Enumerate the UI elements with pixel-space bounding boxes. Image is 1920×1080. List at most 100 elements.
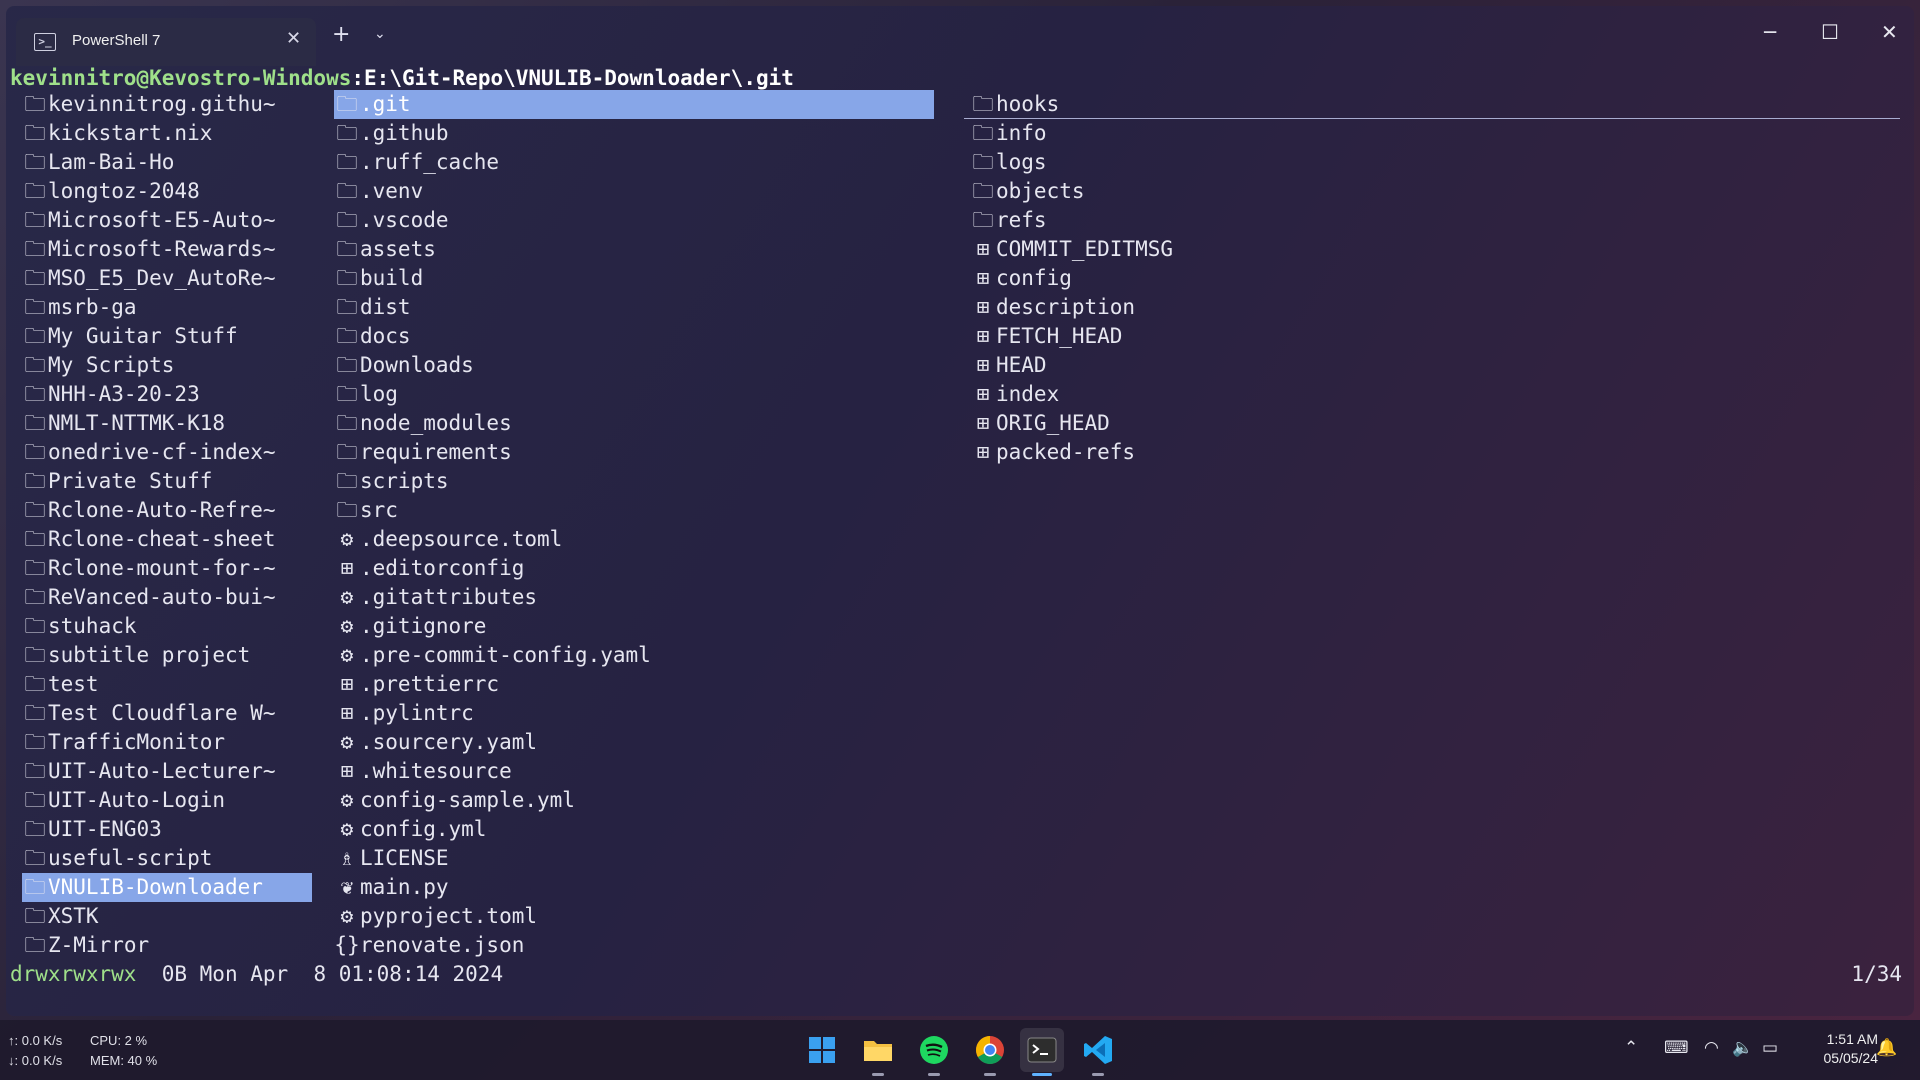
- new-tab-button[interactable]: +: [332, 24, 350, 46]
- list-item-label: hooks: [996, 92, 1060, 116]
- file-explorer-button[interactable]: [856, 1028, 900, 1076]
- list-item[interactable]: 🗀 .venv: [334, 177, 934, 206]
- list-item[interactable]: 🗀 XSTK: [22, 902, 312, 931]
- list-item[interactable]: ❦ main.py: [334, 873, 934, 902]
- list-item[interactable]: 🗀 My Guitar Stuff: [22, 322, 312, 351]
- list-item[interactable]: ⊞ .editorconfig: [334, 554, 934, 583]
- list-item[interactable]: 🗀 dist: [334, 293, 934, 322]
- list-item[interactable]: 🗀 Downloads: [334, 351, 934, 380]
- list-item[interactable]: 🗀 assets: [334, 235, 934, 264]
- list-item[interactable]: ⚙ .pre-commit-config.yaml: [334, 641, 934, 670]
- list-item[interactable]: 🗀 Private Stuff: [22, 467, 312, 496]
- notification-bell-icon[interactable]: 🔔: [1876, 1038, 1897, 1058]
- battery-icon[interactable]: ▭: [1762, 1038, 1778, 1058]
- list-item[interactable]: 🗀 .vscode: [334, 206, 934, 235]
- list-item[interactable]: 🗀 Rclone-cheat-sheet: [22, 525, 312, 554]
- spotify-button[interactable]: [912, 1028, 956, 1076]
- list-item[interactable]: ⚙ .gitattributes: [334, 583, 934, 612]
- tab-dropdown-chevron-icon[interactable]: ⌄: [374, 26, 386, 42]
- list-item[interactable]: 🗀 Microsoft-E5-Auto~: [22, 206, 312, 235]
- prompt-separator: :: [351, 66, 365, 90]
- vscode-button[interactable]: [1076, 1028, 1120, 1076]
- list-item[interactable]: 🗀 .github: [334, 119, 934, 148]
- list-item[interactable]: 🗀 MSO_E5_Dev_AutoRe~: [22, 264, 312, 293]
- list-item[interactable]: 🗀 test: [22, 670, 312, 699]
- list-item[interactable]: 🗀 Microsoft-Rewards~: [22, 235, 312, 264]
- list-item[interactable]: ⊞ index: [970, 380, 1900, 409]
- list-item[interactable]: 🗀 onedrive-cf-index~: [22, 438, 312, 467]
- list-item[interactable]: 🗀 Test Cloudflare W~: [22, 699, 312, 728]
- list-item[interactable]: ⊞ packed-refs: [970, 438, 1900, 467]
- list-item[interactable]: ⚙ pyproject.toml: [334, 902, 934, 931]
- list-item[interactable]: ⚙ .gitignore: [334, 612, 934, 641]
- file-icon: ⊞: [976, 266, 990, 290]
- list-item[interactable]: 🗀 logs: [970, 148, 1900, 177]
- list-item[interactable]: 🗀 node_modules: [334, 409, 934, 438]
- folder-icon: 🗀: [24, 92, 46, 116]
- list-item[interactable]: 🗀 Rclone-mount-for-~: [22, 554, 312, 583]
- minimize-button[interactable]: ─: [1764, 20, 1776, 44]
- list-item[interactable]: 🗀 docs: [334, 322, 934, 351]
- list-item[interactable]: 🗀 My Scripts: [22, 351, 312, 380]
- tray-overflow-chevron-icon[interactable]: ⌃: [1624, 1038, 1638, 1058]
- list-item[interactable]: 🗀 longtoz-2048: [22, 177, 312, 206]
- list-item[interactable]: ⊞ HEAD: [970, 351, 1900, 380]
- list-item[interactable]: ⊞ .prettierrc: [334, 670, 934, 699]
- list-item[interactable]: 🗀 UIT-ENG03: [22, 815, 312, 844]
- list-item[interactable]: 🗀 objects: [970, 177, 1900, 206]
- gear-icon: ⚙: [340, 614, 354, 638]
- list-item-label: index: [996, 382, 1060, 406]
- wifi-icon[interactable]: ◠: [1704, 1038, 1719, 1058]
- list-item[interactable]: 🗀 msrb-ga: [22, 293, 312, 322]
- list-item[interactable]: 🗀 stuhack: [22, 612, 312, 641]
- list-item[interactable]: 🗀 kickstart.nix: [22, 119, 312, 148]
- list-item[interactable]: 🗀 .ruff_cache: [334, 148, 934, 177]
- close-button[interactable]: ✕: [1881, 20, 1898, 44]
- chrome-button[interactable]: [968, 1028, 1012, 1076]
- list-item[interactable]: ⊞ COMMIT_EDITMSG: [970, 235, 1900, 264]
- list-item[interactable]: ⊞ description: [970, 293, 1900, 322]
- list-item[interactable]: {}renovate.json: [334, 931, 934, 960]
- list-item[interactable]: 🗀 Lam-Bai-Ho: [22, 148, 312, 177]
- list-item[interactable]: 🗀 NMLT-NTTMK-K18: [22, 409, 312, 438]
- list-item[interactable]: 🗀 UIT-Auto-Lecturer~: [22, 757, 312, 786]
- list-item-label: requirements: [360, 440, 512, 464]
- list-item[interactable]: 🗀 requirements: [334, 438, 934, 467]
- selected-list-item[interactable]: 🗀 .git: [334, 90, 934, 119]
- maximize-button[interactable]: ☐: [1821, 20, 1839, 44]
- tab-powershell[interactable]: >_ PowerShell 7 ✕: [16, 18, 316, 66]
- list-item[interactable]: 🗀 src: [334, 496, 934, 525]
- start-menu-button[interactable]: [800, 1028, 844, 1072]
- list-item[interactable]: 🗀 Z-Mirror: [22, 931, 312, 960]
- list-item[interactable]: 🗀 hooks: [970, 90, 1900, 119]
- list-item[interactable]: 🗀 build: [334, 264, 934, 293]
- list-item[interactable]: 🗀 log: [334, 380, 934, 409]
- list-item[interactable]: 🗀 UIT-Auto-Login: [22, 786, 312, 815]
- list-item[interactable]: 🗀 scripts: [334, 467, 934, 496]
- list-item[interactable]: ⚙ .sourcery.yaml: [334, 728, 934, 757]
- windows-terminal-button[interactable]: [1020, 1028, 1064, 1076]
- ime-indicator-icon[interactable]: ⌨: [1664, 1038, 1689, 1058]
- list-item[interactable]: 🗀 subtitle project: [22, 641, 312, 670]
- volume-icon[interactable]: 🔈: [1732, 1038, 1753, 1058]
- list-item[interactable]: ⊞ ORIG_HEAD: [970, 409, 1900, 438]
- list-item[interactable]: 🗀 refs: [970, 206, 1900, 235]
- list-item[interactable]: 🗀 info: [970, 119, 1900, 148]
- list-item[interactable]: 🗀 Rclone-Auto-Refre~: [22, 496, 312, 525]
- list-item[interactable]: 🗀 ReVanced-auto-bui~: [22, 583, 312, 612]
- list-item[interactable]: ⊞ .pylintrc: [334, 699, 934, 728]
- list-item[interactable]: ♗ LICENSE: [334, 844, 934, 873]
- list-item[interactable]: ⚙ config-sample.yml: [334, 786, 934, 815]
- selected-list-item[interactable]: 🗀 VNULIB-Downloader: [22, 873, 312, 902]
- list-item[interactable]: 🗀 useful-script: [22, 844, 312, 873]
- clock[interactable]: 1:51 AM 05/05/24: [1800, 1030, 1879, 1068]
- list-item[interactable]: ⊞ .whitesource: [334, 757, 934, 786]
- tab-close-icon[interactable]: ✕: [286, 28, 301, 49]
- list-item[interactable]: 🗀 kevinnitrog.githu~: [22, 90, 312, 119]
- list-item[interactable]: ⚙ config.yml: [334, 815, 934, 844]
- list-item[interactable]: ⚙ .deepsource.toml: [334, 525, 934, 554]
- list-item[interactable]: 🗀 NHH-A3-20-23: [22, 380, 312, 409]
- list-item[interactable]: ⊞ config: [970, 264, 1900, 293]
- list-item[interactable]: ⊞ FETCH_HEAD: [970, 322, 1900, 351]
- list-item[interactable]: 🗀 TrafficMonitor: [22, 728, 312, 757]
